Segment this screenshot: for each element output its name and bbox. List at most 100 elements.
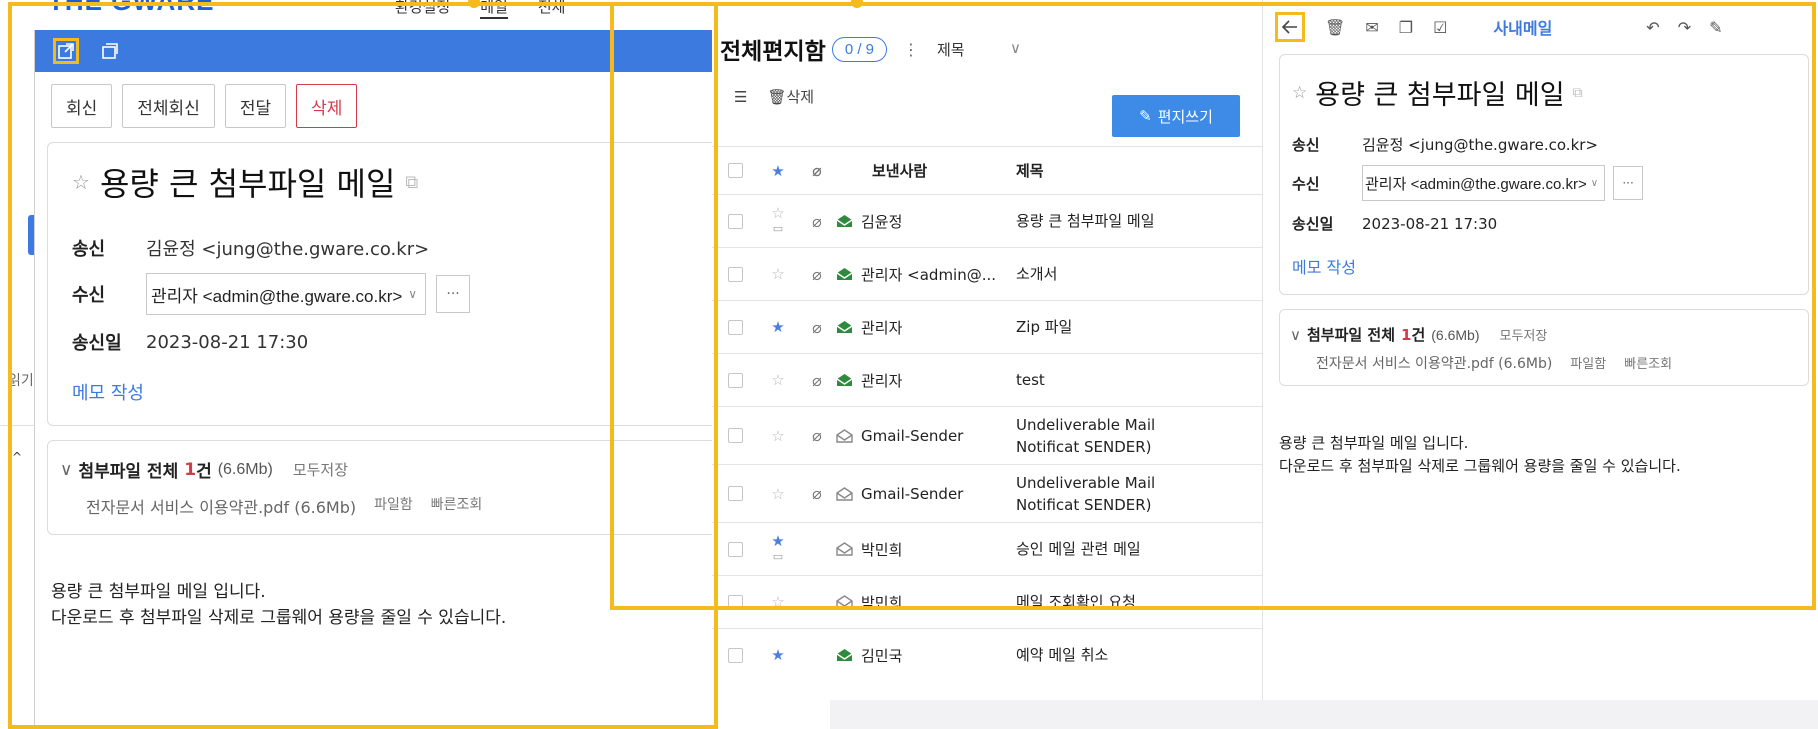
mail-popup-window: 회신 전체회신 전달 삭제 ☆ 용량 큰 첨부파일 메일 ⧉ 송신 김윤정 <j… [34, 30, 712, 729]
row-checkbox[interactable] [727, 213, 743, 229]
row-checkbox[interactable] [727, 319, 743, 335]
row-checkbox[interactable] [727, 266, 743, 282]
star-icon[interactable]: ☆ [771, 594, 784, 610]
reply-button[interactable]: 회신 [51, 84, 113, 128]
row-subject[interactable]: Zip 파일 [1016, 316, 1216, 338]
reply-arrow-icon[interactable]: ↶ [1646, 18, 1659, 37]
table-row[interactable]: ☆ ⌀ Gmail-Sender Undeliverable Mail Notific… [712, 406, 1262, 464]
table-row[interactable]: ☆ ▭ ⌀ 김윤정 용량 큰 첨부파일 메일 [712, 194, 1262, 247]
row-checkbox[interactable] [727, 541, 743, 557]
forward-arrow-icon[interactable]: ↷ [1678, 18, 1691, 37]
row-subject[interactable]: 소개서 [1016, 263, 1216, 285]
nav-item-settings[interactable]: 환경설정 [395, 0, 450, 19]
save-all-link[interactable]: 모두저장 [293, 459, 348, 480]
attachment-header-icon: ⌀ [812, 161, 822, 180]
date-row: 송신일 2023-08-21 17:30 [72, 329, 712, 355]
row-subject[interactable]: 승인 메일 관련 메일 [1016, 538, 1216, 560]
move-folder-icon[interactable]: ❐ [1399, 18, 1413, 37]
sort-select[interactable]: 제목 ∨ [937, 39, 1021, 60]
star-icon[interactable]: ☆ [771, 205, 784, 221]
select-all-checkbox[interactable] [727, 163, 743, 178]
app-logo: THE GWARE [48, 0, 215, 16]
reader-recipient-select[interactable]: 관리자 <admin@the.gware.co.kr> ∨ [1362, 165, 1606, 201]
star-icon[interactable]: ★ [771, 319, 784, 335]
table-row[interactable]: ☆ ⌀ 관리자 <admin@... 소개서 [712, 247, 1262, 300]
mark-checkbox-icon[interactable]: ☑ [1433, 18, 1447, 37]
nav-item-all[interactable]: 전체 [538, 0, 566, 19]
table-row[interactable]: ★ ▭ 박민희 승인 메일 관련 메일 [712, 522, 1262, 575]
star-icon[interactable]: ★ [771, 647, 784, 663]
row-subject-text: Zip 파일 [1016, 318, 1073, 336]
row-subject[interactable]: 예약 메일 취소 [1016, 644, 1216, 666]
chevron-down-icon: ∨ [408, 287, 418, 301]
trash-icon[interactable]: 🗑︎ [1325, 18, 1345, 37]
reader-save-all-link[interactable]: 모두저장 [1500, 325, 1548, 344]
reader-file-box-link[interactable]: 파일함 [1570, 353, 1606, 373]
table-row[interactable]: ★ ⌀ 관리자 Zip 파일 [712, 300, 1262, 353]
row-checkbox[interactable] [727, 594, 743, 610]
reader-sender-value[interactable]: 김윤정 <jung@the.gware.co.kr> [1362, 134, 1598, 155]
row-checkbox[interactable] [727, 372, 743, 388]
quick-view-link[interactable]: 빠른조회 [431, 494, 483, 518]
star-icon[interactable]: ☆ [771, 266, 784, 282]
delete-button[interactable]: 삭제 [296, 84, 358, 128]
forward-button[interactable]: 전달 [224, 84, 287, 128]
write-memo-link[interactable]: 메모 작성 [72, 379, 712, 405]
closed-envelope-icon [836, 321, 853, 333]
sender-value[interactable]: 김윤정 <jung@the.gware.co.kr> [146, 235, 429, 261]
table-row[interactable]: ★ 김민국 예약 메일 취소 [712, 628, 1262, 681]
copy-icon[interactable]: ⧉ [1573, 85, 1583, 101]
row-sender-name: 관리자 [861, 318, 903, 337]
star-icon[interactable]: ☆ [771, 486, 784, 502]
star-icon[interactable]: ☆ [771, 372, 784, 388]
row-checkbox[interactable] [727, 647, 743, 663]
table-row[interactable]: ☆ ⌀ Gmail-Sender Undeliverable Mail Notific… [712, 464, 1262, 522]
row-subject[interactable]: test [1016, 369, 1216, 391]
reader-write-memo-link[interactable]: 메모 작성 [1292, 254, 1796, 278]
row-subject[interactable]: Undeliverable Mail Notificat SENDER) [1016, 472, 1216, 516]
reader-more-recipients-button[interactable]: ··· [1613, 166, 1644, 200]
back-arrow-icon[interactable] [1275, 12, 1305, 42]
compose-button[interactable]: ✎ 편지쓰기 [1112, 95, 1240, 137]
select-all-cell [712, 163, 758, 178]
select-mode-icon[interactable]: ☰ [734, 88, 747, 106]
chevron-down-icon[interactable]: ∨ [60, 460, 72, 480]
star-icon[interactable]: ★ [771, 533, 784, 549]
more-recipients-button[interactable]: ··· [436, 275, 471, 313]
table-row[interactable]: ☆ 박민희 메일 조회확인 요청 [712, 575, 1262, 628]
star-icon[interactable]: ☆ [1292, 83, 1307, 103]
nav-item-mail[interactable]: 메일 [480, 0, 508, 19]
attachment-unit: 건 [196, 462, 212, 482]
file-box-link[interactable]: 파일함 [374, 494, 413, 518]
chevron-down-icon[interactable]: ∨ [1290, 326, 1301, 344]
internal-mail-tab[interactable]: 사내메일 [1493, 15, 1552, 39]
star-icon[interactable]: ☆ [72, 170, 90, 194]
open-new-window-icon[interactable] [53, 38, 79, 64]
column-header-from[interactable]: 보낸사람 [836, 160, 1016, 181]
recipient-select[interactable]: 관리자 <admin@the.gware.co.kr> ∨ [146, 273, 427, 315]
star-icon[interactable]: ☆ [771, 428, 784, 444]
row-subject-text: 메일 조회확인 요청 [1016, 593, 1136, 611]
mail-body-line: 다운로드 후 첨부파일 삭제로 그룹웨어 용량을 줄일 수 있습니다. [51, 608, 507, 628]
copy-icon[interactable]: ⧉ [405, 172, 418, 193]
table-row[interactable]: ☆ ⌀ 관리자 test [712, 353, 1262, 406]
row-checkbox[interactable] [727, 428, 743, 443]
kebab-menu-icon[interactable]: ⋮ [903, 40, 919, 59]
row-subject[interactable]: 메일 조회확인 요청 [1016, 591, 1216, 613]
reply-all-button[interactable]: 전체회신 [122, 84, 215, 128]
chevron-down-icon: ∨ [1010, 38, 1021, 57]
attachment-file-row: 전자문서 서비스 이용약관.pdf (6.6Mb) 파일함 빠른조회 [86, 494, 712, 518]
window-restore-icon[interactable] [97, 38, 123, 64]
edit-pencil-icon[interactable]: ✎ [1709, 18, 1722, 37]
attachment-file-name[interactable]: 전자문서 서비스 이용약관.pdf (6.6Mb) [86, 494, 356, 518]
list-delete-button[interactable]: 🗑︎삭제 [767, 86, 814, 107]
row-subject[interactable]: 용량 큰 첨부파일 메일 [1016, 210, 1216, 232]
column-header-subject[interactable]: 제목 [1016, 160, 1216, 182]
reader-attachment-file-name[interactable]: 전자문서 서비스 이용약관.pdf (6.6Mb) [1316, 353, 1552, 373]
closed-envelope-icon [836, 374, 853, 386]
reader-quick-view-link[interactable]: 빠른조회 [1624, 353, 1672, 373]
collapse-up-icon[interactable]: ^ [12, 450, 22, 464]
envelope-icon[interactable]: ✉ [1365, 18, 1378, 37]
row-subject[interactable]: Undeliverable Mail Notificat SENDER) [1016, 414, 1216, 458]
row-checkbox[interactable] [727, 486, 743, 501]
